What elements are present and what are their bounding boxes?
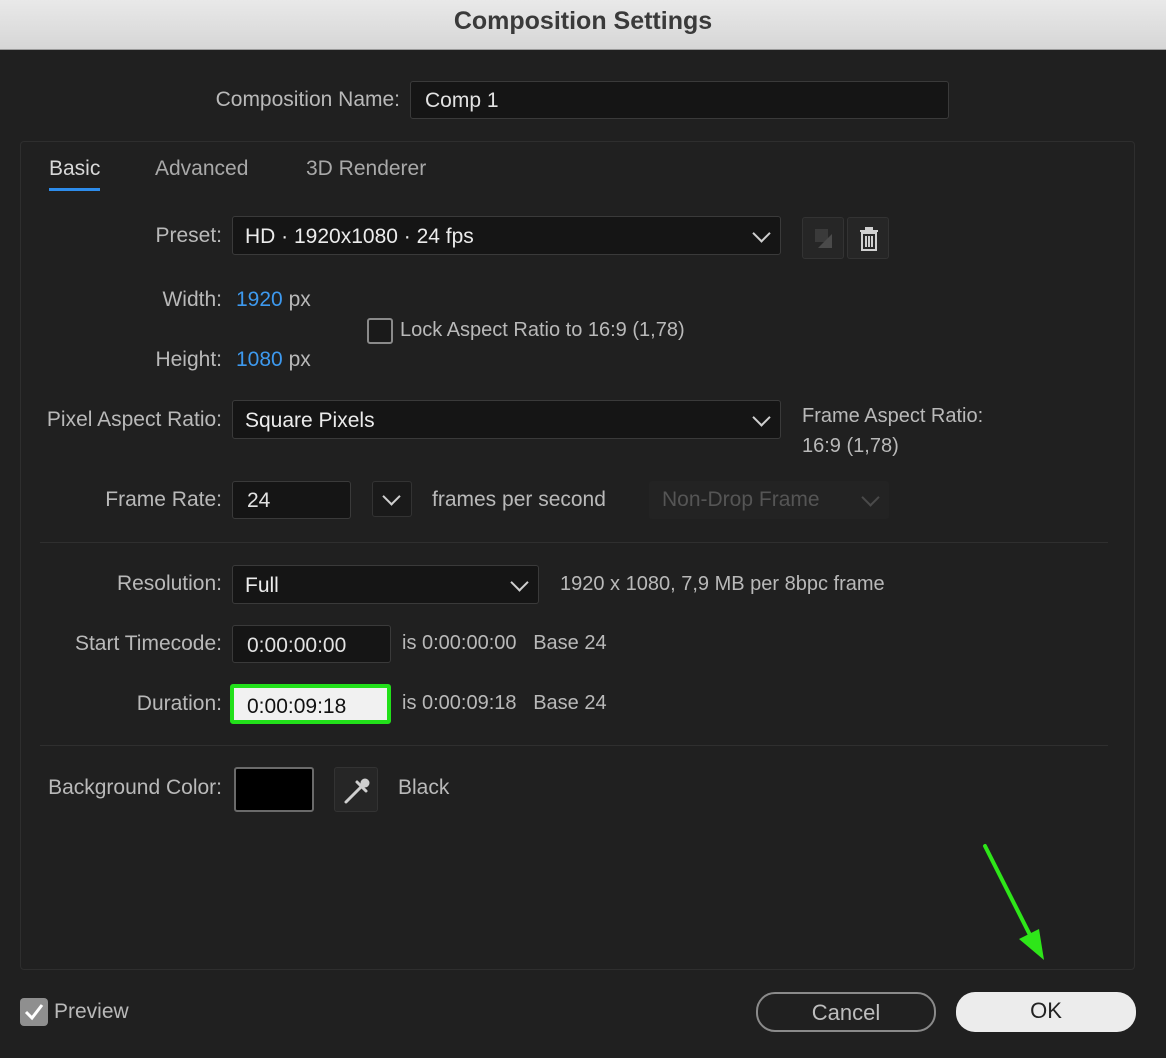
frame-aspect-value: 16:9 (1,78): [802, 435, 899, 457]
height-unit: px: [288, 348, 311, 371]
preview-checkbox[interactable]: [20, 998, 48, 1026]
height-label: Height:: [155, 348, 222, 371]
checkmark-icon: [24, 1004, 44, 1021]
delete-preset-button[interactable]: [847, 217, 889, 259]
start-timecode-input[interactable]: 0:00:00:00: [232, 625, 391, 663]
preset-label: Preset:: [155, 224, 222, 247]
start-timecode-info: is 0:00:00:00: [402, 632, 517, 654]
start-timecode-base: Base 24: [533, 632, 607, 654]
frame-rate-unit: frames per second: [432, 488, 606, 511]
background-color-label: Background Color:: [48, 776, 222, 799]
tab-basic-underline: [49, 188, 100, 191]
preset-dropdown[interactable]: HD · 1920x1080 · 24 fps: [232, 216, 781, 255]
divider: [40, 745, 1108, 746]
chevron-down-icon: [382, 487, 401, 506]
chevron-down-icon: [510, 572, 529, 592]
duration-label: Duration:: [136, 692, 222, 715]
height-value[interactable]: 1080: [236, 348, 283, 371]
start-timecode-value: 0:00:00:00: [247, 634, 347, 657]
eyedropper-button[interactable]: [334, 767, 378, 812]
resolution-dropdown[interactable]: Full: [232, 565, 539, 604]
width-value[interactable]: 1920: [236, 288, 283, 311]
divider: [40, 542, 1108, 543]
chevron-down-icon: [861, 488, 880, 507]
resolution-label: Resolution:: [116, 572, 222, 595]
eyedropper-icon: [344, 778, 370, 804]
preview-label: Preview: [54, 1000, 129, 1023]
drop-frame-dropdown: Non-Drop Frame: [649, 481, 889, 519]
save-preset-button[interactable]: [802, 217, 844, 259]
composition-name-label: Composition Name:: [215, 88, 400, 111]
start-timecode-label: Start Timecode:: [74, 632, 222, 655]
duration-info: is 0:00:09:18: [402, 692, 517, 714]
save-preset-icon: [815, 229, 832, 248]
tab-3d-renderer[interactable]: 3D Renderer: [306, 157, 426, 181]
frame-aspect-label: Frame Aspect Ratio:: [802, 405, 984, 427]
duration-input[interactable]: 0:00:09:18: [230, 684, 391, 724]
pixel-aspect-value: Square Pixels: [245, 409, 375, 432]
duration-base: Base 24: [533, 692, 607, 714]
composition-name-input[interactable]: Comp 1: [410, 81, 949, 119]
lock-aspect-checkbox[interactable]: [367, 318, 393, 344]
dialog-titlebar: Composition Settings: [0, 0, 1166, 50]
frame-rate-menu-button[interactable]: [372, 481, 412, 517]
annotation-arrow: [983, 844, 1044, 960]
background-color-name: Black: [398, 776, 450, 799]
settings-panel: [20, 141, 1135, 970]
frame-rate-value: 24: [247, 489, 271, 512]
resolution-info: 1920 x 1080, 7,9 MB per 8bpc frame: [560, 573, 885, 595]
lock-aspect-label: Lock Aspect Ratio to 16:9 (1,78): [400, 319, 685, 341]
pixel-aspect-label: Pixel Aspect Ratio:: [46, 408, 222, 431]
trash-icon: [860, 227, 878, 251]
frame-rate-input[interactable]: 24: [232, 481, 351, 519]
cancel-button[interactable]: Cancel: [756, 992, 936, 1032]
width-unit: px: [288, 288, 311, 311]
tab-basic[interactable]: Basic: [49, 157, 100, 181]
drop-frame-value: Non-Drop Frame: [662, 488, 820, 511]
resolution-value: Full: [245, 574, 279, 597]
preset-value: HD · 1920x1080 · 24 fps: [245, 225, 474, 248]
background-color-swatch[interactable]: [234, 767, 314, 812]
chevron-down-icon: [752, 407, 771, 427]
ok-button[interactable]: OK: [956, 992, 1136, 1032]
frame-rate-label: Frame Rate:: [105, 488, 222, 511]
width-label: Width:: [162, 288, 222, 311]
dialog-title: Composition Settings: [453, 7, 713, 35]
pixel-aspect-dropdown[interactable]: Square Pixels: [232, 400, 781, 439]
tab-advanced[interactable]: Advanced: [155, 157, 248, 181]
duration-value: 0:00:09:18: [247, 695, 347, 718]
chevron-down-icon: [752, 223, 771, 243]
composition-name-value: Comp 1: [425, 89, 499, 112]
